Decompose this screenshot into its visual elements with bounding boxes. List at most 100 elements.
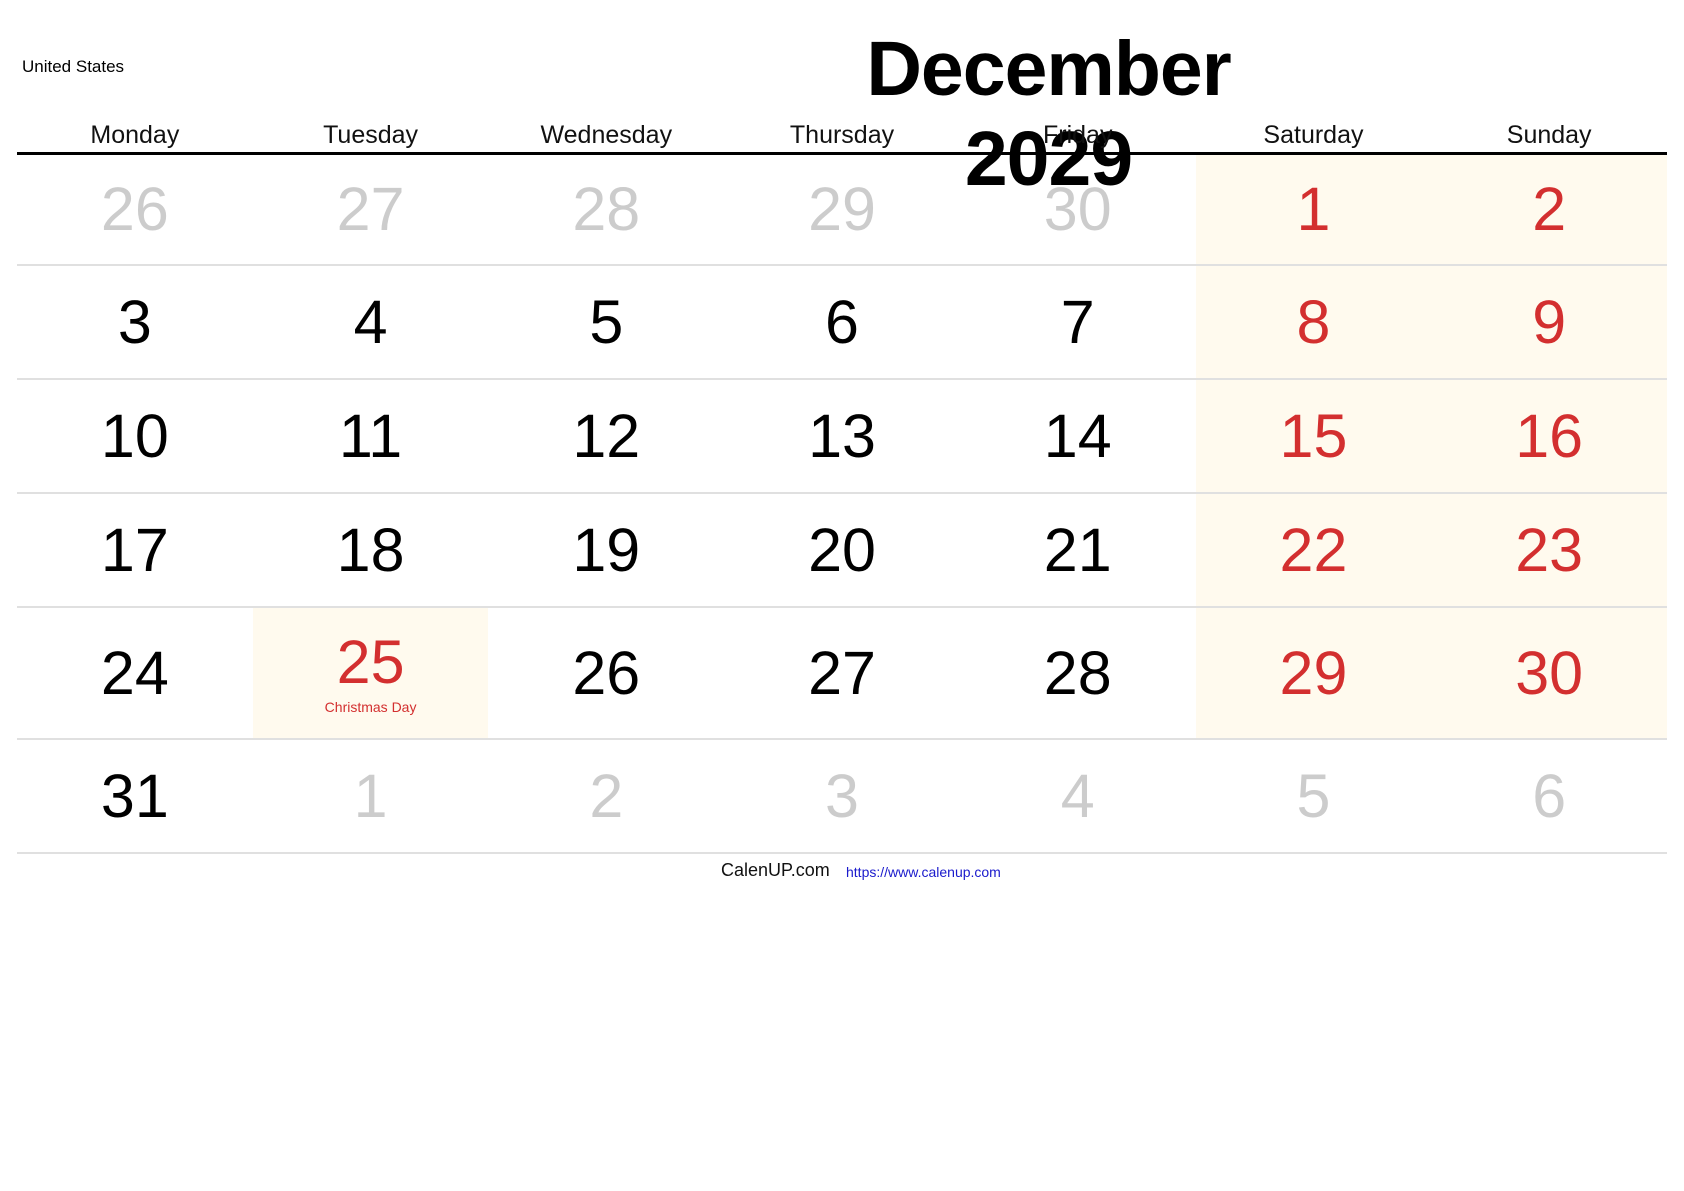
day-cell[interactable]: 23 [1431, 494, 1668, 606]
day-cell[interactable]: 28 [960, 608, 1196, 738]
day-cell[interactable]: 27 [724, 608, 960, 738]
day-cell[interactable]: 24 [17, 608, 253, 738]
day-number: 27 [336, 175, 405, 243]
day-cell-other-month[interactable]: 3 [724, 740, 960, 852]
day-cell[interactable]: 22 [1195, 494, 1432, 606]
day-cell-other-month[interactable]: 1 [253, 740, 489, 852]
day-cell-other-month[interactable]: 6 [1431, 740, 1667, 852]
weekday-sunday: Sunday [1506, 121, 1592, 149]
day-cell[interactable]: 26 [488, 608, 724, 738]
footer-brand: CalenUP.com [721, 860, 830, 880]
day-number: 28 [572, 175, 641, 243]
day-cell-other-month[interactable]: 27 [253, 155, 489, 264]
day-cell[interactable]: 13 [724, 380, 960, 492]
day-number: 5 [1296, 761, 1331, 830]
day-cell[interactable]: 11 [253, 380, 489, 492]
day-cell[interactable]: 6 [724, 266, 960, 378]
day-cell[interactable]: 30 [1431, 608, 1668, 738]
day-number: 6 [1532, 761, 1567, 830]
holiday-label: Christmas Day [324, 698, 417, 715]
day-cell[interactable]: 17 [17, 494, 253, 606]
day-number: 4 [353, 287, 388, 356]
day-cell[interactable]: 4 [253, 266, 489, 378]
day-number: 28 [1043, 638, 1112, 707]
day-number: 12 [572, 401, 641, 470]
day-number: 23 [1515, 515, 1584, 584]
day-number: 26 [100, 175, 169, 243]
day-cell-other-month[interactable]: 29 [724, 155, 960, 264]
day-cell-other-month[interactable]: 2 [488, 740, 724, 852]
day-cell-other-month[interactable]: 4 [960, 740, 1196, 852]
day-number: 15 [1279, 401, 1348, 470]
day-cell[interactable]: 2 [1431, 155, 1668, 264]
day-cell[interactable]: 10 [17, 380, 253, 492]
day-number: 29 [808, 175, 876, 243]
calendar-grid: Monday Tuesday Wednesday Thursday Friday… [17, 118, 1668, 854]
day-cell[interactable]: 16 [1431, 380, 1668, 492]
day-cell[interactable]: 5 [488, 266, 724, 378]
day-number: 14 [1043, 401, 1112, 470]
country-label: United States [22, 57, 125, 76]
day-cell[interactable]: 20 [724, 494, 960, 606]
day-number: 7 [1060, 287, 1095, 356]
day-cell-other-month[interactable]: 30 [960, 155, 1196, 264]
day-cell[interactable]: 21 [960, 494, 1196, 606]
weeks-container: 26 27 28 29 30 1 2 3 4 5 6 7 8 9 10 11 12 13 14 15 16 17 18 19 2… [17, 155, 1668, 854]
day-cell[interactable]: 18 [253, 494, 489, 606]
weekday-friday: Friday [1043, 121, 1113, 149]
day-number: 17 [100, 515, 169, 584]
day-number: 26 [572, 638, 641, 707]
footer-link[interactable]: https://www.calenup.com [846, 864, 1001, 880]
day-number: 30 [1043, 175, 1112, 243]
weekday-saturday: Saturday [1263, 121, 1364, 149]
day-cell[interactable]: 1 [1195, 155, 1432, 264]
day-number: 18 [336, 515, 405, 584]
day-number: 22 [1279, 515, 1348, 584]
day-cell[interactable]: 3 [17, 266, 253, 378]
day-cell[interactable]: 19 [488, 494, 724, 606]
day-cell-other-month[interactable]: 28 [488, 155, 724, 264]
week-row: 26 27 28 29 30 1 2 [17, 155, 1668, 266]
weekday-monday: Monday [90, 121, 180, 149]
day-number: 6 [825, 287, 859, 356]
day-number: 8 [1296, 287, 1331, 356]
day-number: 2 [589, 761, 624, 830]
day-number: 5 [589, 287, 624, 356]
day-cell-holiday[interactable]: 25 Christmas Day [252, 608, 489, 738]
day-number: 31 [100, 761, 169, 830]
day-cell-other-month[interactable]: 26 [17, 155, 253, 264]
day-number: 9 [1532, 287, 1567, 356]
weekday-header-row: Monday Tuesday Wednesday Thursday Friday… [17, 118, 1667, 155]
week-row: 17 18 19 20 21 22 23 [17, 494, 1668, 608]
day-number: 20 [808, 515, 876, 584]
day-number: 30 [1515, 638, 1584, 707]
week-row: 10 11 12 13 14 15 16 [17, 380, 1668, 494]
day-number: 10 [100, 401, 169, 470]
day-cell[interactable]: 29 [1195, 608, 1432, 738]
day-cell[interactable]: 14 [960, 380, 1196, 492]
day-cell[interactable]: 8 [1195, 266, 1432, 378]
week-row: 3 4 5 6 7 8 9 [17, 266, 1668, 380]
day-number: 11 [338, 401, 403, 470]
day-cell[interactable]: 31 [17, 740, 253, 852]
weekday-wednesday: Wednesday [540, 121, 673, 149]
day-cell[interactable]: 15 [1195, 380, 1432, 492]
week-row: 31 1 2 3 4 5 6 [17, 740, 1667, 854]
day-number: 2 [1532, 175, 1567, 243]
day-number: 16 [1515, 401, 1584, 470]
day-number: 27 [808, 638, 876, 707]
day-cell[interactable]: 9 [1431, 266, 1668, 378]
day-number: 13 [808, 401, 876, 470]
day-number: 3 [117, 287, 152, 356]
weekday-tuesday: Tuesday [323, 121, 419, 149]
weekday-thursday: Thursday [789, 121, 895, 149]
day-number: 1 [353, 761, 388, 830]
day-number: 29 [1279, 638, 1348, 707]
day-number: 4 [1060, 761, 1095, 830]
day-cell[interactable]: 12 [488, 380, 724, 492]
day-number: 1 [1296, 175, 1331, 243]
day-cell-other-month[interactable]: 5 [1196, 740, 1432, 852]
day-number: 25 [336, 627, 405, 696]
day-cell[interactable]: 7 [960, 266, 1196, 378]
week-row: 24 25 Christmas Day 26 27 28 29 30 [17, 608, 1668, 740]
